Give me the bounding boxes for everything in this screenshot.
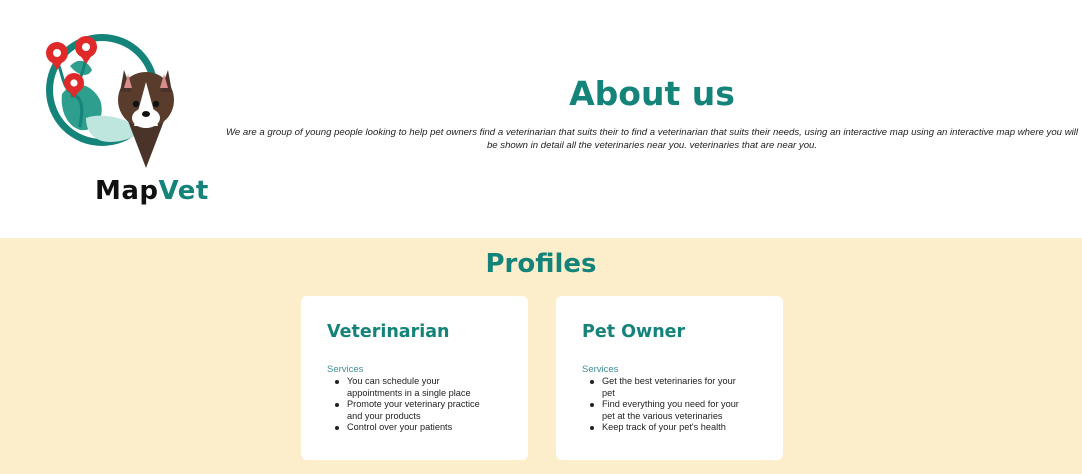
- logo-wordmark-vet: Vet: [158, 176, 209, 206]
- logo-wordmark: MapVet: [95, 178, 209, 204]
- services-list: Get the best veterinaries for your pet F…: [590, 376, 744, 434]
- profiles-title: Profiles: [485, 249, 597, 279]
- about-section: MapVet About us We are a group of young …: [0, 0, 1082, 238]
- list-item: Get the best veterinaries for your pet: [590, 376, 744, 399]
- about-title: About us: [569, 74, 735, 113]
- list-item-text: You can schedule your appointments in a …: [347, 376, 471, 398]
- bullet-icon: [590, 380, 594, 384]
- card-title: Veterinarian: [327, 322, 450, 342]
- bullet-icon: [590, 403, 594, 408]
- list-item-text: Promote your veterinary practice and you…: [347, 399, 480, 421]
- services-list: You can schedule your appointments in a …: [335, 376, 489, 434]
- globe-dog-logo-icon: [46, 34, 174, 168]
- list-item: Find everything you need for your pet at…: [590, 399, 744, 422]
- logo-wordmark-map: Map: [95, 176, 159, 206]
- list-item: Control over your patients: [335, 422, 489, 434]
- list-item-text: Control over your patients: [347, 422, 453, 433]
- list-item-text: Find everything you need for your pet at…: [602, 399, 739, 421]
- list-item-text: Get the best veterinaries for your pet: [602, 376, 736, 398]
- profile-card-veterinarian[interactable]: Veterinarian Services You can schedule y…: [301, 296, 528, 460]
- list-item: Keep track of your pet's health: [590, 422, 744, 434]
- profiles-section: Profiles Veterinarian Services You can s…: [0, 238, 1082, 474]
- bullet-icon: [335, 426, 339, 431]
- services-label: Services: [582, 364, 619, 375]
- profile-card-pet-owner[interactable]: Pet Owner Services Get the best veterina…: [556, 296, 783, 460]
- bullet-icon: [335, 403, 339, 408]
- list-item: Promote your veterinary practice and you…: [335, 399, 489, 422]
- card-title: Pet Owner: [582, 322, 686, 342]
- about-description: We are a group of young people looking t…: [225, 127, 1079, 151]
- mapvet-logo[interactable]: MapVet: [40, 26, 208, 204]
- services-label: Services: [327, 364, 364, 375]
- bullet-icon: [335, 380, 339, 384]
- list-item: You can schedule your appointments in a …: [335, 376, 489, 399]
- list-item-text: Keep track of your pet's health: [602, 422, 726, 433]
- bullet-icon: [590, 426, 594, 431]
